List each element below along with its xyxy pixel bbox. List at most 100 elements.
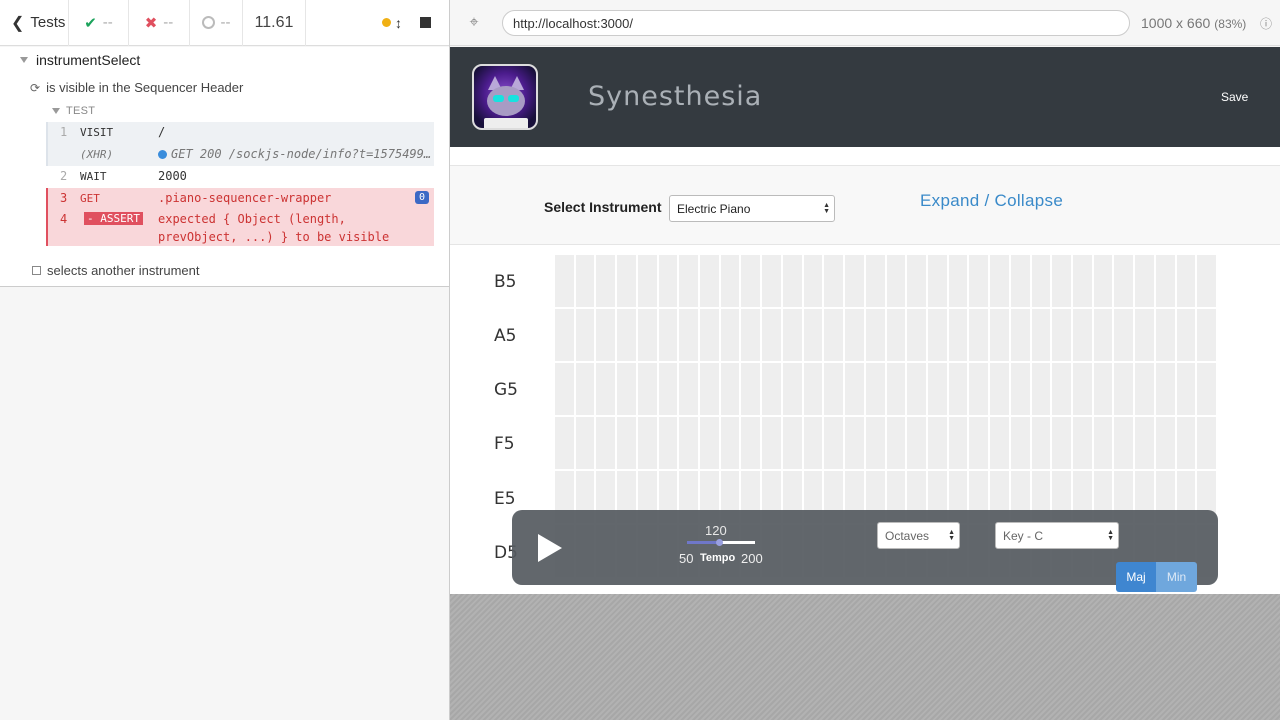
key-select[interactable]: Key - C ▲ ▼ (995, 522, 1119, 549)
sequencer-cell[interactable] (762, 417, 781, 469)
sequencer-cell[interactable] (637, 309, 657, 361)
sequencer-cell[interactable] (1155, 309, 1175, 361)
sequencer-cell[interactable] (886, 255, 906, 307)
command-row[interactable]: 2 wait 2000 (46, 166, 434, 188)
sequencer-cell[interactable] (865, 309, 885, 361)
sequencer-cell[interactable] (700, 255, 719, 307)
sequencer-cell[interactable] (1093, 255, 1113, 307)
sequencer-cell[interactable] (741, 255, 761, 307)
sequencer-cell[interactable] (1176, 363, 1196, 415)
sequencer-cell[interactable] (907, 417, 926, 469)
sequencer-cell[interactable] (762, 309, 781, 361)
sequencer-cell[interactable] (886, 363, 906, 415)
sequencer-cell[interactable] (617, 417, 636, 469)
sequencer-cell[interactable] (1010, 309, 1030, 361)
save-button[interactable]: Save (1221, 90, 1248, 104)
sequencer-cell[interactable] (1072, 363, 1092, 415)
sequencer-cell[interactable] (741, 417, 761, 469)
sequencer-cell[interactable] (782, 417, 802, 469)
sequencer-cell[interactable] (575, 255, 595, 307)
suite-row[interactable]: instrumentSelect (20, 52, 140, 68)
sequencer-cell[interactable] (679, 255, 699, 307)
instrument-select[interactable]: Electric Piano ▲ ▼ (669, 195, 835, 222)
sequencer-cell[interactable] (596, 309, 616, 361)
sequencer-cell[interactable] (948, 255, 968, 307)
sequencer-cell[interactable] (990, 363, 1009, 415)
sequencer-cell[interactable] (658, 417, 678, 469)
sequencer-cell[interactable] (1176, 255, 1196, 307)
sequencer-cell[interactable] (1031, 417, 1051, 469)
sequencer-cell[interactable] (1135, 255, 1154, 307)
sequencer-cell[interactable] (1093, 309, 1113, 361)
sequencer-cell[interactable] (845, 363, 864, 415)
sequencer-cell[interactable] (907, 363, 926, 415)
sequencer-cell[interactable] (1031, 363, 1051, 415)
sequencer-cell[interactable] (555, 417, 574, 469)
tempo-slider[interactable] (687, 539, 755, 546)
sequencer-cell[interactable] (1176, 417, 1196, 469)
sequencer-cell[interactable] (1176, 309, 1196, 361)
sequencer-cell[interactable] (824, 309, 844, 361)
sequencer-cell[interactable] (700, 417, 719, 469)
sequencer-cell[interactable] (741, 363, 761, 415)
sequencer-cell[interactable] (845, 309, 864, 361)
sequencer-cell[interactable] (969, 309, 989, 361)
sequencer-cell[interactable] (845, 417, 864, 469)
sequencer-cell[interactable] (1052, 363, 1071, 415)
sequencer-cell[interactable] (990, 309, 1009, 361)
auto-scroll-toggle[interactable]: ↕ (382, 15, 402, 31)
test-row-selects[interactable]: selects another instrument (32, 263, 199, 278)
sequencer-cell[interactable] (617, 363, 636, 415)
sequencer-cell[interactable] (824, 417, 844, 469)
major-scale-button[interactable]: Maj (1116, 562, 1156, 592)
sequencer-cell[interactable] (679, 417, 699, 469)
play-icon[interactable] (538, 534, 562, 562)
sequencer-cell[interactable] (865, 417, 885, 469)
info-icon[interactable]: ⓘ (1260, 15, 1272, 32)
sequencer-cell[interactable] (700, 309, 719, 361)
tempo-slider-thumb[interactable] (715, 539, 723, 546)
sequencer-cell[interactable] (1031, 309, 1051, 361)
sequencer-cell[interactable] (782, 255, 802, 307)
sequencer-cell[interactable] (555, 309, 574, 361)
sequencer-cell[interactable] (927, 417, 947, 469)
sequencer-cell[interactable] (658, 255, 678, 307)
sequencer-cell[interactable] (907, 309, 926, 361)
sequencer-cell[interactable] (679, 309, 699, 361)
sequencer-cell[interactable] (1031, 255, 1051, 307)
url-display[interactable]: http://localhost:3000/ (502, 10, 1130, 36)
sequencer-cell[interactable] (700, 363, 719, 415)
sequencer-cell[interactable] (1072, 255, 1092, 307)
sequencer-cell[interactable] (617, 255, 636, 307)
sequencer-cell[interactable] (555, 255, 574, 307)
sequencer-cell[interactable] (865, 255, 885, 307)
sequencer-cell[interactable] (824, 363, 844, 415)
sequencer-cell[interactable] (1072, 417, 1092, 469)
sequencer-cell[interactable] (927, 255, 947, 307)
octaves-select[interactable]: Octaves ▲ ▼ (877, 522, 960, 549)
sequencer-cell[interactable] (948, 363, 968, 415)
sequencer-cell[interactable] (617, 309, 636, 361)
sequencer-cell[interactable] (596, 255, 616, 307)
sequencer-cell[interactable] (1155, 255, 1175, 307)
sequencer-cell[interactable] (720, 309, 740, 361)
sequencer-cell[interactable] (637, 363, 657, 415)
sequencer-cell[interactable] (1052, 417, 1071, 469)
sequencer-cell[interactable] (1135, 363, 1154, 415)
sequencer-cell[interactable] (824, 255, 844, 307)
viewport-info[interactable]: 1000 x 660 (83%) (1141, 15, 1246, 31)
minor-scale-button[interactable]: Min (1156, 562, 1197, 592)
sequencer-cell[interactable] (1072, 309, 1092, 361)
sequencer-cell[interactable] (886, 309, 906, 361)
sequencer-cell[interactable] (679, 363, 699, 415)
sequencer-cell[interactable] (1093, 417, 1113, 469)
sequencer-cell[interactable] (845, 255, 864, 307)
expand-collapse-link[interactable]: Expand / Collapse (920, 191, 1063, 211)
sequencer-cell[interactable] (596, 417, 616, 469)
sequencer-cell[interactable] (1052, 309, 1071, 361)
sequencer-cell[interactable] (1155, 417, 1175, 469)
sequencer-cell[interactable] (1155, 363, 1175, 415)
sequencer-cell[interactable] (927, 309, 947, 361)
sequencer-cell[interactable] (741, 309, 761, 361)
sequencer-cell[interactable] (886, 417, 906, 469)
